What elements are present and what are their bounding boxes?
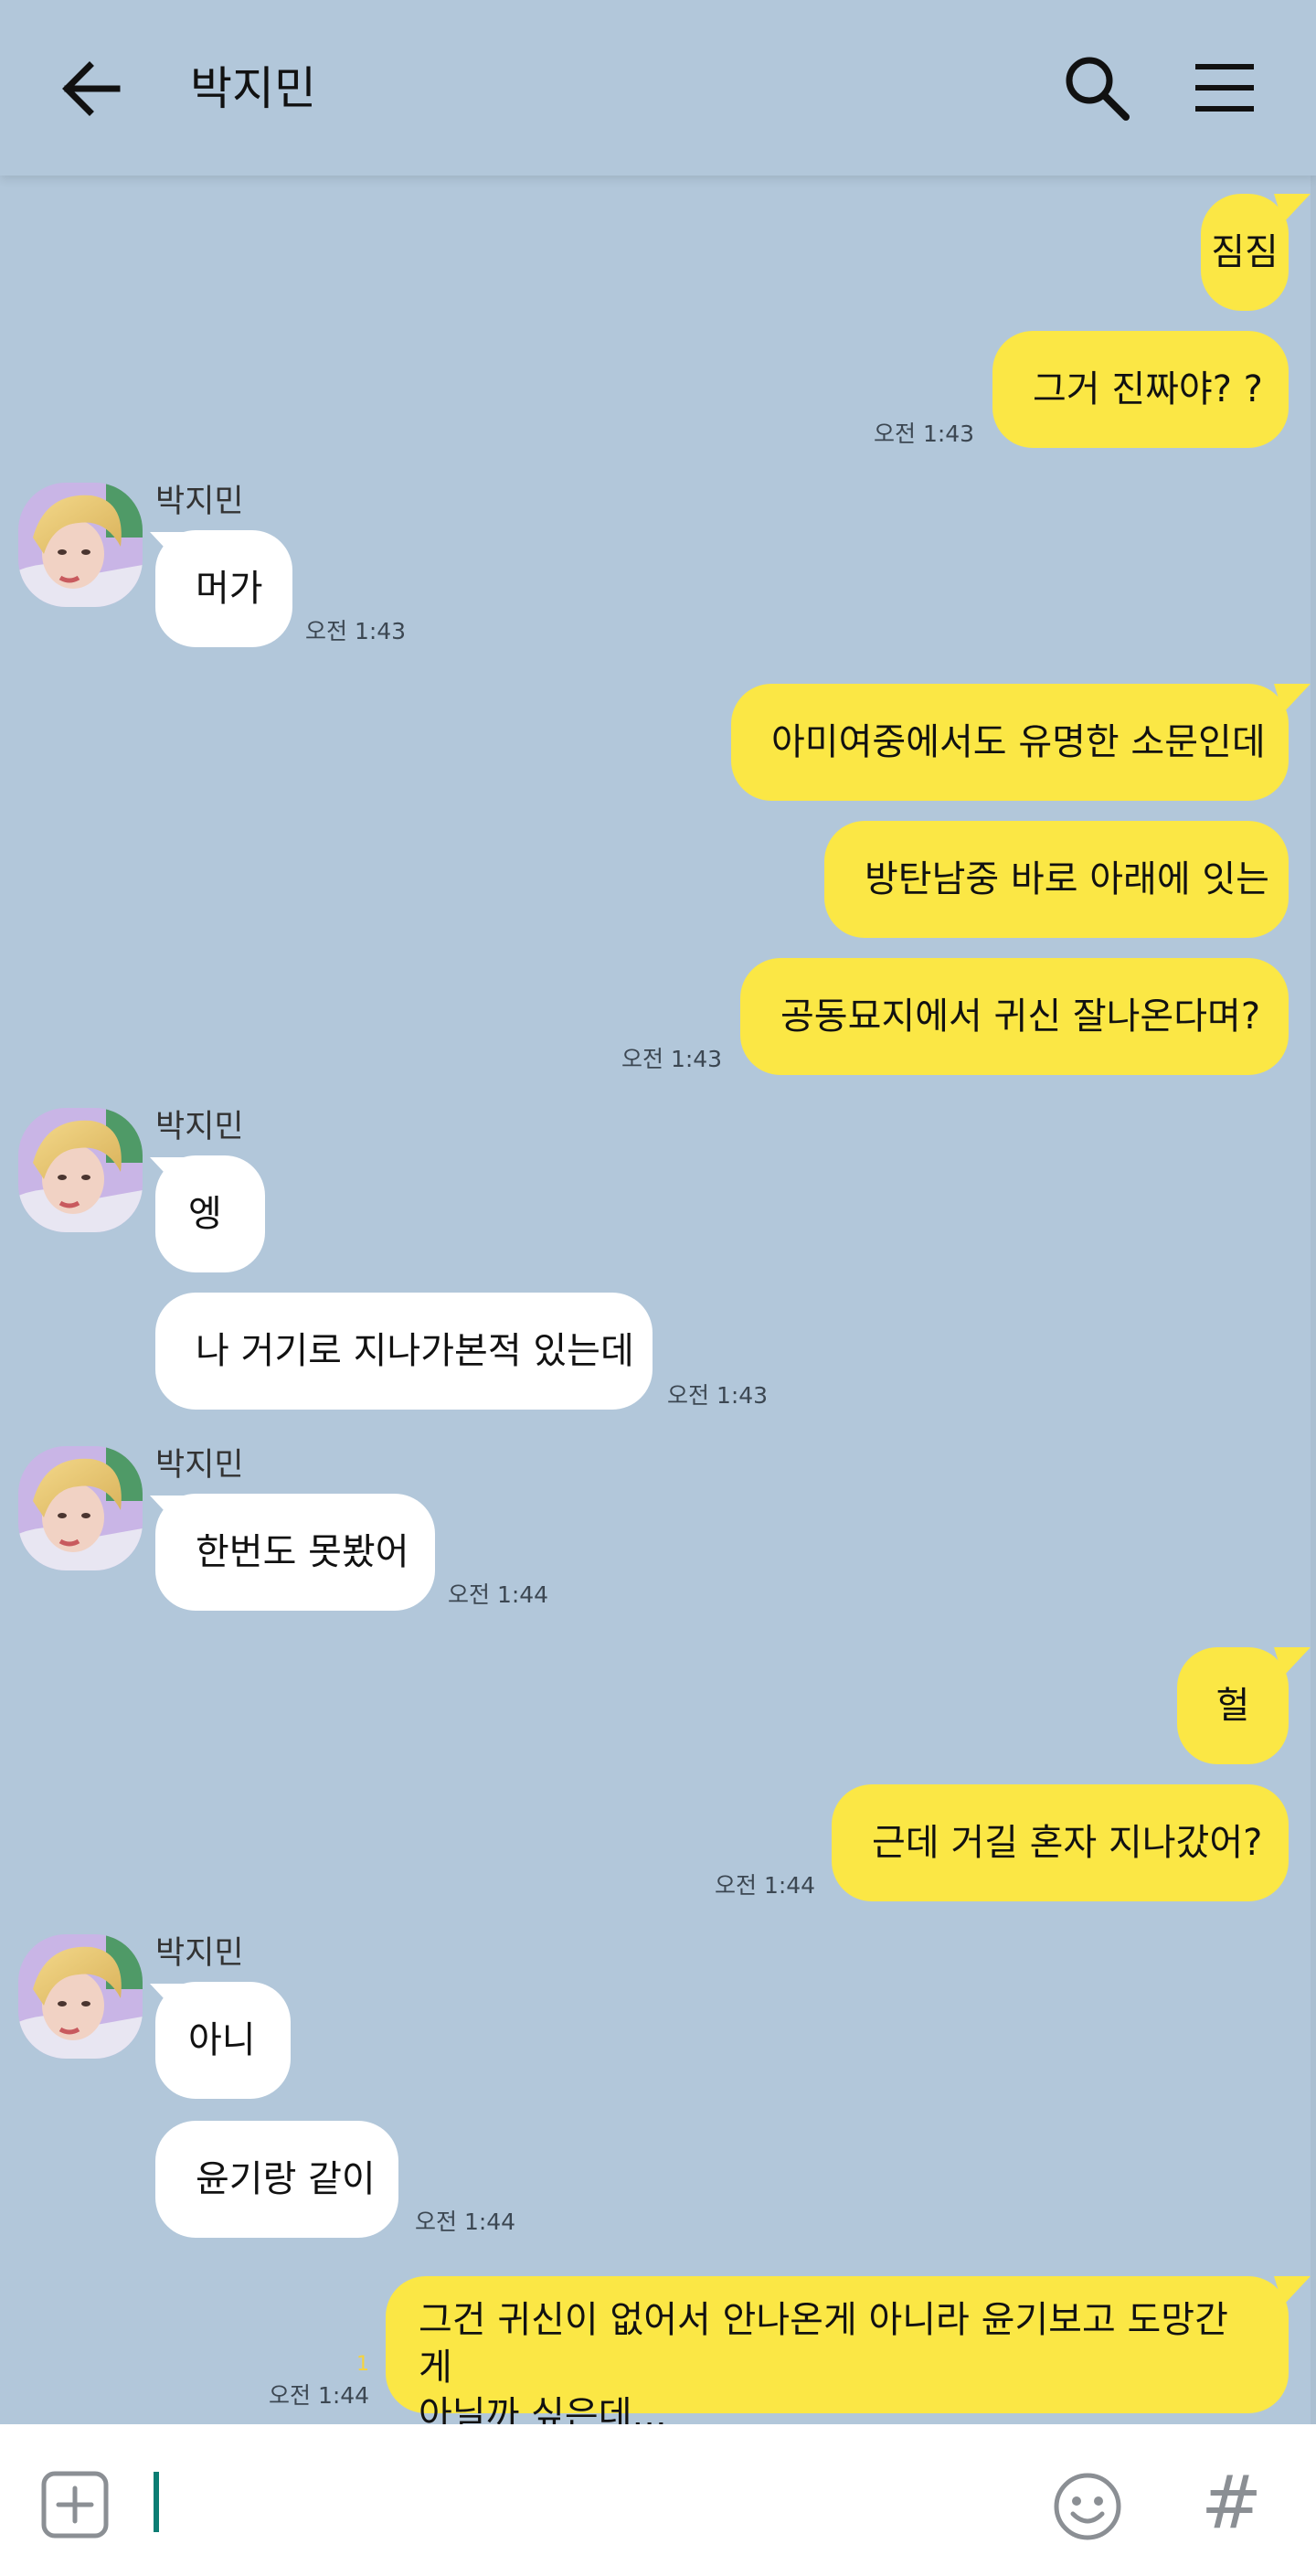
sender-name: 박지민 <box>155 1109 244 1145</box>
bubble-tail <box>1274 194 1311 223</box>
hamburger-menu-icon <box>1195 64 1254 112</box>
avatar[interactable] <box>18 1446 143 1570</box>
message-bubble-mine[interactable]: 헐 <box>1177 1647 1289 1764</box>
message-text: 공동묘지에서 귀신 잘나온다며? <box>780 995 1261 1038</box>
message-text-line: 그건 귀신이 없어서 안나온게 아니라 윤기보고 도망간게 <box>419 2299 1228 2389</box>
bubble-tail <box>1274 684 1311 713</box>
message-bubble-theirs[interactable]: 머가 <box>155 530 292 647</box>
message-text: 짐짐 <box>1211 231 1279 273</box>
message-time: 오전 1:44 <box>415 2209 516 2235</box>
menu-button[interactable] <box>1192 59 1258 117</box>
hash-icon[interactable]: # <box>1201 2464 1262 2541</box>
message-text: 아미여중에서도 유명한 소문인데 <box>771 721 1266 763</box>
message-time: 오전 1:44 <box>448 1581 549 1608</box>
unread-count: 1 <box>356 2353 369 2376</box>
message-time: 오전 1:43 <box>667 1382 769 1409</box>
profile-photo <box>18 1934 143 2059</box>
message-bubble-theirs[interactable]: 아니 <box>155 1982 291 2099</box>
search-icon <box>1066 57 1130 121</box>
attach-button[interactable] <box>40 2470 110 2539</box>
chat-title: 박지민 <box>190 62 316 115</box>
message-text: 근데 거길 혼자 지나갔어? <box>872 1822 1263 1864</box>
bubble-tail <box>1274 2276 1311 2305</box>
emoji-button[interactable] <box>1051 2470 1124 2543</box>
chat-header: 박지민 <box>0 0 1316 176</box>
message-bubble-mine[interactable]: 그건 귀신이 없어서 안나온게 아니라 윤기보고 도망간게 아닐까 싶은데... <box>386 2276 1289 2436</box>
message-time: 오전 1:43 <box>621 1046 723 1072</box>
message-text: 머가 <box>196 568 263 610</box>
avatar[interactable] <box>18 483 143 607</box>
message-time: 오전 1:44 <box>269 2382 370 2409</box>
message-time: 오전 1:44 <box>715 1872 816 1899</box>
message-text: 나 거기로 지나가본적 있는데 <box>196 1330 634 1372</box>
message-time: 오전 1:43 <box>305 618 407 644</box>
avatar[interactable] <box>18 1934 143 2059</box>
text-caret <box>154 2472 159 2532</box>
message-text: 윤기랑 같이 <box>196 2158 376 2200</box>
message-bubble-theirs[interactable]: 엥 <box>155 1155 265 1272</box>
message-bubble-mine[interactable]: 그거 진짜야? ? <box>992 331 1289 448</box>
message-bubble-theirs[interactable]: 한번도 못봤어 <box>155 1494 435 1611</box>
message-text: 헐 <box>1215 1685 1250 1727</box>
message-text: 아니 <box>188 2019 256 2061</box>
smiley-icon <box>1054 2473 1121 2540</box>
message-text: 그거 진짜야? ? <box>1033 368 1263 410</box>
profile-photo <box>18 1446 143 1570</box>
message-text: 방탄남중 바로 아래에 잇는 <box>865 858 1269 900</box>
sender-name: 박지민 <box>155 1935 244 1972</box>
message-bubble-theirs[interactable]: 나 거기로 지나가본적 있는데 <box>155 1293 653 1410</box>
sender-name: 박지민 <box>155 484 244 520</box>
message-bubble-mine[interactable]: 방탄남중 바로 아래에 잇는 <box>824 821 1289 938</box>
bubble-tail <box>1274 1647 1311 1677</box>
message-bubble-mine[interactable]: 근데 거길 혼자 지나갔어? <box>832 1784 1289 1901</box>
arrow-left-icon <box>62 61 121 116</box>
message-time: 오전 1:43 <box>874 420 975 447</box>
message-bubble-theirs[interactable]: 윤기랑 같이 <box>155 2121 398 2238</box>
sender-name: 박지민 <box>155 1447 244 1484</box>
profile-photo <box>18 1108 143 1232</box>
message-bubble-mine[interactable]: 공동묘지에서 귀신 잘나온다며? <box>740 958 1289 1075</box>
scrollbar[interactable] <box>1311 176 1316 2424</box>
avatar[interactable] <box>18 1108 143 1232</box>
profile-photo <box>18 483 143 607</box>
message-input[interactable] <box>164 2461 991 2545</box>
plus-square-icon <box>41 2471 109 2539</box>
back-button[interactable] <box>57 57 126 121</box>
message-text: 한번도 못봤어 <box>196 1531 409 1573</box>
message-input-bar: # <box>0 2424 1316 2576</box>
search-button[interactable] <box>1062 53 1131 122</box>
message-bubble-mine[interactable]: 아미여중에서도 유명한 소문인데 <box>731 684 1289 801</box>
message-text: 엥 <box>188 1193 222 1235</box>
